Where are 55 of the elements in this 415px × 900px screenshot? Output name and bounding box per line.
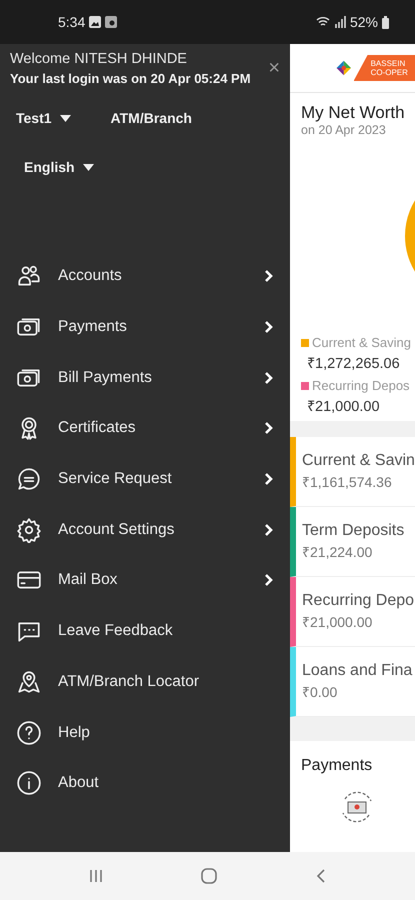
menu-item[interactable]: About bbox=[58, 774, 274, 792]
settings-icon bbox=[16, 516, 42, 543]
caret-icon bbox=[60, 114, 71, 122]
notification-icon bbox=[105, 16, 118, 28]
account-type: Current & Savin bbox=[302, 452, 415, 470]
legend-amount: ₹21,000.00 bbox=[306, 398, 381, 415]
welcome-text: Welcome NITESH DHINDE bbox=[10, 51, 188, 67]
menu-item[interactable]: Accounts bbox=[58, 267, 248, 286]
logo-text: CO-OPER bbox=[370, 68, 409, 77]
signal-icon bbox=[334, 16, 346, 28]
legend-label: Recurring Depos bbox=[312, 378, 410, 393]
recent-apps-icon[interactable] bbox=[88, 868, 104, 884]
logo-text: BASSEIN bbox=[370, 59, 406, 68]
menu-item[interactable]: ATM/Branch Locator bbox=[58, 672, 274, 691]
menu-item[interactable]: Certificates bbox=[58, 419, 248, 438]
battery-icon bbox=[382, 16, 389, 28]
card-title: Payments bbox=[301, 757, 374, 775]
home-icon[interactable] bbox=[200, 867, 218, 885]
chat-bubble-icon bbox=[16, 466, 42, 492]
menu-item[interactable]: Bill Payments bbox=[58, 368, 248, 387]
back-icon[interactable] bbox=[314, 868, 327, 884]
menu-item[interactable]: Help bbox=[58, 724, 274, 742]
account-amount: ₹21,000.00 bbox=[302, 613, 374, 631]
wifi-icon bbox=[316, 16, 330, 28]
card-title: My Net Worth bbox=[301, 103, 406, 123]
account-summary-row[interactable]: Term Deposits ₹21,224.00 bbox=[290, 507, 415, 577]
battery-percent: 52% bbox=[350, 14, 378, 30]
account-amount: ₹1,161,574.36 bbox=[302, 473, 393, 491]
atm-branch-link[interactable]: ATM/Branch bbox=[110, 110, 192, 126]
account-summary-row[interactable]: Recurring Depo ₹21,000.00 bbox=[290, 577, 415, 647]
legend-label: Current & Saving bbox=[312, 335, 411, 350]
account-dropdown[interactable]: Test1 bbox=[16, 110, 71, 126]
menu-item[interactable]: Mail Box bbox=[58, 571, 248, 590]
help-icon bbox=[16, 720, 42, 746]
close-button[interactable]: × bbox=[268, 57, 280, 79]
account-amount: ₹0.00 bbox=[302, 683, 338, 701]
map-pin-icon bbox=[16, 668, 42, 695]
account-summary-row[interactable]: Current & Savin ₹1,161,574.36 bbox=[290, 437, 415, 507]
account-summary-row[interactable]: Loans and Fina ₹0.00 bbox=[290, 647, 415, 717]
last-login-text: Your last login was on 20 Apr 05:24 PM bbox=[10, 71, 251, 86]
account-type: Recurring Depo bbox=[302, 592, 415, 610]
menu-item[interactable]: Payments bbox=[58, 318, 248, 336]
date-text: on 20 Apr 2023 bbox=[301, 123, 387, 137]
account-amount: ₹21,224.00 bbox=[302, 543, 374, 561]
info-icon bbox=[16, 770, 42, 796]
language-dropdown[interactable]: English bbox=[24, 159, 94, 175]
legend-amount: ₹1,272,265.06 bbox=[306, 355, 401, 372]
gallery-icon bbox=[89, 16, 102, 28]
menu-item[interactable]: Leave Feedback bbox=[58, 622, 274, 640]
account-type: Term Deposits bbox=[302, 522, 406, 540]
menu-item[interactable]: Service Request bbox=[58, 470, 248, 488]
account-type: Loans and Fina bbox=[302, 662, 414, 680]
caret-icon bbox=[82, 164, 94, 170]
status-time: 5:34 bbox=[58, 14, 86, 30]
menu-item[interactable]: Account Settings bbox=[58, 520, 248, 539]
